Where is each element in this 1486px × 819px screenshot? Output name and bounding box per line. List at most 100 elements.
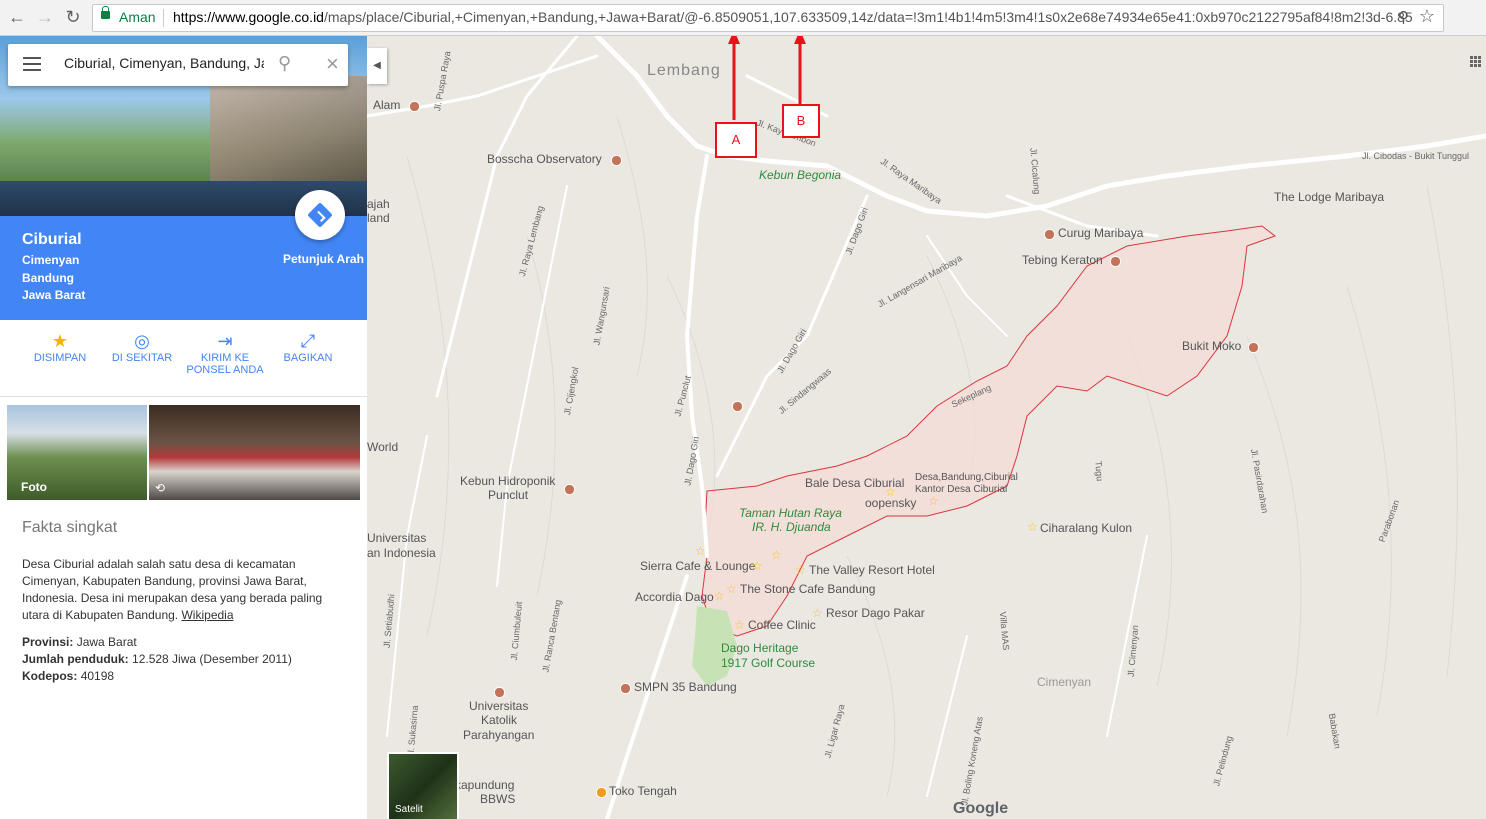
google-logo-text: Google	[953, 800, 1009, 817]
map-canvas[interactable]: ◀ Lembang Alam Bosscha Observatory Kebun…	[367, 36, 1486, 819]
map-label[interactable]: Taman Hutan Raya	[739, 506, 842, 520]
map-label[interactable]: World	[367, 440, 398, 454]
map-label[interactable]: Kebun Hidroponik	[460, 474, 555, 488]
fact-key: Provinsi:	[22, 635, 74, 649]
share-label: BAGIKAN	[283, 352, 333, 364]
fact-value: 12.528 Jiwa (Desember 2011)	[132, 652, 292, 666]
menu-icon[interactable]	[23, 57, 41, 71]
close-icon[interactable]: ×	[326, 51, 339, 77]
map-label[interactable]: Coffee Clinic	[748, 618, 816, 632]
map-label[interactable]: Accordia Dago	[635, 590, 714, 604]
satellite-toggle[interactable]: Satelit	[387, 752, 459, 819]
poi-icon[interactable]	[620, 683, 631, 694]
reload-icon[interactable]: ↻	[62, 6, 84, 28]
saved-star-icon[interactable]: ☆	[752, 559, 763, 573]
bookmark-star-icon[interactable]: ☆	[1419, 6, 1435, 27]
zoom-icon[interactable]: ⚲	[1398, 8, 1409, 26]
poi-icon[interactable]	[494, 687, 505, 698]
map-label[interactable]: kapundung	[455, 778, 514, 792]
hero-houses	[210, 76, 367, 186]
poi-icon[interactable]	[596, 787, 607, 798]
fact-population: Jumlah penduduk: 12.528 Jiwa (Desember 2…	[22, 652, 292, 666]
poi-icon[interactable]	[564, 484, 575, 495]
saved-star-icon[interactable]: ☆	[1027, 520, 1038, 534]
nearby-icon: ◎	[134, 331, 150, 351]
facts-description: Desa Ciburial adalah salah satu desa di …	[22, 556, 352, 624]
share-button[interactable]: ⤢ BAGIKAN	[268, 330, 348, 364]
fact-value: 40198	[80, 669, 115, 683]
poi-icon[interactable]	[1044, 229, 1055, 240]
saved-star-icon[interactable]: ☆	[726, 582, 737, 596]
saved-star-icon[interactable]: ☆	[695, 544, 706, 558]
map-label[interactable]: Lembang	[647, 62, 721, 80]
saved-star-icon[interactable]: ☆	[771, 548, 782, 562]
photo-thumbnail[interactable]: Foto	[7, 405, 147, 500]
map-label[interactable]: Bukit Moko	[1182, 339, 1241, 353]
map-label[interactable]: The Lodge Maribaya	[1274, 190, 1384, 204]
map-label[interactable]: Tebing Keraton	[1022, 253, 1103, 267]
map-label[interactable]: Sierra Cafe & Lounge	[640, 559, 755, 573]
place-subtitle: Bandung	[22, 271, 74, 285]
map-label[interactable]: Desa,Bandung,Ciburial	[915, 472, 1018, 483]
directions-label[interactable]: Petunjuk Arah	[283, 252, 364, 266]
saved-star-icon[interactable]: ☆	[714, 589, 725, 603]
fact-key: Kodepos:	[22, 669, 78, 683]
search-input[interactable]	[64, 55, 264, 71]
saved-star-icon[interactable]: ☆	[928, 494, 939, 508]
nearby-button[interactable]: ◎ DI SEKITAR	[102, 330, 182, 364]
save-button[interactable]: ★ DISIMPAN	[20, 330, 100, 364]
apps-grid-icon[interactable]	[1470, 56, 1484, 70]
map-label[interactable]: SMPN 35 Bandung	[634, 680, 737, 694]
map-label[interactable]: land	[367, 211, 390, 225]
secure-label: Aman	[119, 9, 156, 25]
map-label[interactable]: Universitas	[367, 531, 426, 545]
map-label[interactable]: IR. H. Djuanda	[752, 520, 831, 534]
map-label[interactable]: 1917 Golf Course	[721, 656, 815, 670]
map-label[interactable]: Alam	[373, 98, 400, 112]
poi-icon[interactable]	[1110, 256, 1121, 267]
map-label[interactable]: The Valley Resort Hotel	[809, 563, 935, 577]
poi-icon[interactable]	[409, 101, 420, 112]
saved-star-icon[interactable]: ☆	[795, 563, 806, 577]
saved-star-icon[interactable]: ☆	[885, 485, 896, 499]
map-label[interactable]: ajah	[367, 197, 390, 211]
saved-star-icon[interactable]: ☆	[734, 618, 745, 632]
forward-icon[interactable]: →	[34, 6, 56, 28]
map-label[interactable]: Toko Tengah	[609, 784, 677, 798]
address-bar[interactable]: Aman https://www.google.co.id/maps/place…	[92, 4, 1444, 32]
map-label[interactable]: Kebun Begonia	[759, 168, 841, 182]
map-label[interactable]: Katolik	[481, 713, 517, 727]
map-label[interactable]: The Stone Cafe Bandung	[740, 582, 875, 596]
send-to-phone-label: KIRIM KE PONSEL ANDA	[186, 352, 264, 376]
directions-button[interactable]	[295, 190, 345, 240]
street-view-thumbnail[interactable]: ⟲	[149, 405, 360, 500]
poi-icon[interactable]	[732, 401, 743, 412]
map-label[interactable]: Parahyangan	[463, 728, 534, 742]
map-label[interactable]: Cimenyan	[1037, 675, 1091, 689]
search-icon[interactable]: ⚲	[278, 53, 291, 74]
poi-icon[interactable]	[611, 155, 622, 166]
map-label[interactable]: Resor Dago Pakar	[826, 606, 925, 620]
map-label[interactable]: Punclut	[488, 488, 528, 502]
fact-key: Jumlah penduduk:	[22, 652, 129, 666]
map-label[interactable]: Ciharalang Kulon	[1040, 521, 1132, 535]
send-to-phone-button[interactable]: ⇥ KIRIM KE PONSEL ANDA	[185, 330, 265, 376]
back-icon[interactable]: ←	[6, 6, 28, 28]
map-label[interactable]: Dago Heritage	[721, 641, 798, 655]
lock-icon	[101, 6, 110, 19]
poi-icon[interactable]	[1248, 342, 1259, 353]
map-label[interactable]: Curug Maribaya	[1058, 226, 1143, 240]
collapse-panel-button[interactable]: ◀	[367, 48, 387, 84]
divider	[163, 9, 164, 27]
map-label[interactable]: Universitas	[469, 699, 528, 713]
annotation-label-a: A	[715, 122, 757, 158]
photo-strip: Foto ⟲	[7, 405, 360, 500]
saved-star-icon[interactable]: ☆	[812, 606, 823, 620]
map-label[interactable]: Bosscha Observatory	[487, 152, 602, 166]
url-text[interactable]: https://www.google.co.id/maps/place/Cibu…	[173, 9, 1413, 25]
map-label[interactable]: an Indonesia	[367, 546, 436, 560]
ciburial-boundary	[701, 225, 1277, 637]
wikipedia-link[interactable]: Wikipedia	[181, 608, 233, 622]
share-icon: ⤢	[300, 331, 316, 351]
map-label[interactable]: BBWS	[480, 792, 515, 806]
